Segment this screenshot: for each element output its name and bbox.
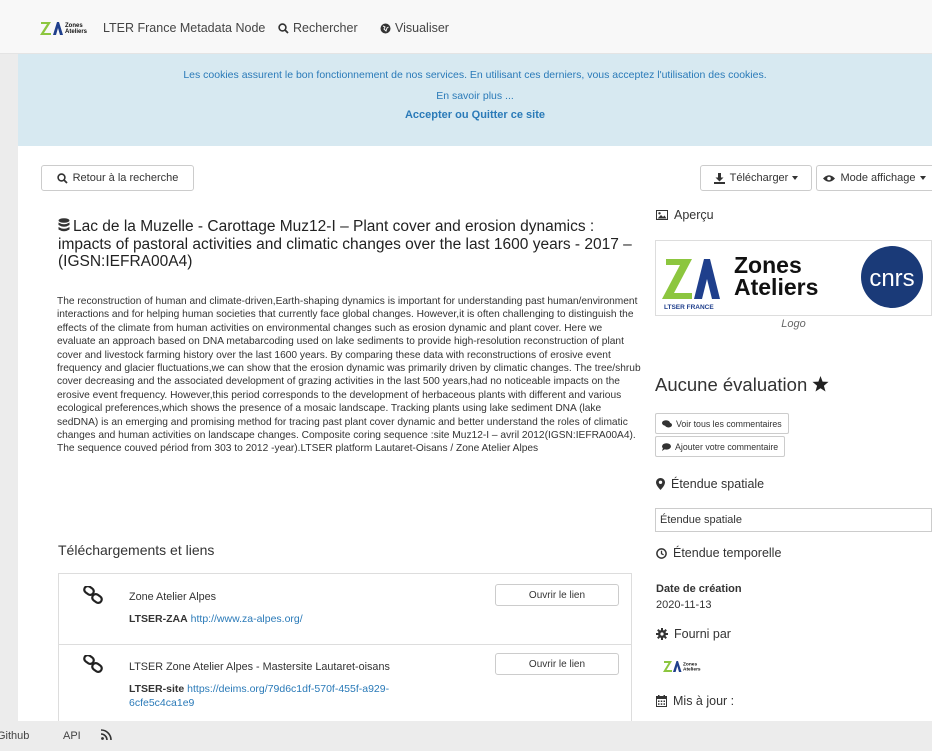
link-detail: LTSER-ZAA http://www.za-alpes.org/ <box>129 612 439 626</box>
visualize-nav-link[interactable]: Visualiser <box>380 21 449 37</box>
see-comments-label: Voir tous les commentaires <box>676 418 782 429</box>
site-name-link[interactable]: LTER France Metadata Node <box>103 21 265 35</box>
back-to-search-button[interactable]: Retour à la recherche <box>41 165 194 191</box>
spatial-extent-label: Étendue spatiale <box>671 477 765 491</box>
list-item: LTSER Zone Atelier Alpes - Mastersite La… <box>59 644 631 722</box>
link-icon <box>83 654 103 676</box>
preview-logo-image: LTSER FRANCE Zones Ateliers cnrs <box>655 240 932 316</box>
link-name: LTSER Zone Atelier Alpes - Mastersite La… <box>129 661 390 673</box>
add-comment-label: Ajouter votre commentaire <box>675 441 779 452</box>
updated-label: Mis à jour : <box>673 694 735 708</box>
calendar-icon <box>656 695 667 707</box>
spatial-extent-field: Étendue spatiale <box>655 508 932 532</box>
database-icon <box>58 218 70 236</box>
provided-by-heading: Fourni par <box>656 627 731 641</box>
record-abstract: The reconstruction of human and climate-… <box>57 296 641 455</box>
star-icon <box>812 375 829 397</box>
api-link[interactable]: API <box>63 730 81 742</box>
temporal-extent-label: Étendue temporelle <box>673 546 782 560</box>
rss-icon[interactable] <box>100 729 112 743</box>
page-title: Lac de la Muzelle - Carottage Muz12-I – … <box>58 218 633 270</box>
link-icon <box>83 585 103 607</box>
rating-label: Aucune évaluation <box>655 374 808 395</box>
download-dropdown-button[interactable]: Télécharger <box>700 165 812 191</box>
preview-label: Aperçu <box>674 208 714 222</box>
cookie-actions: Accepter ou Quitter ce site <box>18 109 932 121</box>
preview-heading: Aperçu <box>656 208 714 222</box>
chevron-down-icon <box>792 176 799 180</box>
top-navbar: Zones Ateliers LTER France Metadata Node… <box>0 0 932 54</box>
clock-icon <box>656 547 667 559</box>
footer: Github API <box>0 721 932 751</box>
download-label: Télécharger <box>729 172 789 184</box>
svg-text:Ateliers: Ateliers <box>734 274 818 300</box>
svg-text:Ateliers: Ateliers <box>65 29 88 35</box>
cookie-message: Les cookies assurent le bon fonctionneme… <box>183 69 767 81</box>
record-title: Lac de la Muzelle - Carottage Muz12-I – … <box>58 218 632 270</box>
link-url[interactable]: http://www.za-alpes.org/ <box>191 613 303 625</box>
download-icon <box>713 172 725 184</box>
search-nav-link[interactable]: Rechercher <box>278 21 358 37</box>
map-marker-icon <box>656 478 665 490</box>
logo-caption: Logo <box>781 318 806 330</box>
spatial-extent-heading: Étendue spatiale <box>656 477 764 491</box>
creation-date-value: 2020-11-13 <box>656 599 712 611</box>
temporal-extent-heading: Étendue temporelle <box>656 546 781 560</box>
search-icon <box>56 172 68 184</box>
eye-icon <box>823 174 836 183</box>
list-item: Zone Atelier Alpes LTSER-ZAA http://www.… <box>59 574 631 644</box>
link-detail: LTSER-site https://deims.org/79d6c1df-57… <box>129 682 439 710</box>
zones-ateliers-logo[interactable]: Zones Ateliers <box>40 18 90 38</box>
rating-heading: Aucune évaluation <box>655 374 829 397</box>
provided-by-label: Fourni par <box>674 627 731 641</box>
globe-icon <box>380 23 391 37</box>
svg-text:cnrs: cnrs <box>869 265 914 292</box>
cookie-more-link[interactable]: En savoir plus ... <box>18 90 932 102</box>
svg-text:Ateliers: Ateliers <box>683 667 701 673</box>
search-nav-label: Rechercher <box>293 21 358 35</box>
image-icon <box>656 210 668 220</box>
updated-heading: Mis à jour : <box>656 694 734 708</box>
chevron-down-icon <box>919 176 926 180</box>
record-page: Retour à la recherche Télécharger Mode a… <box>18 146 932 721</box>
link-label: LTSER-ZAA <box>129 613 188 625</box>
comments-icon <box>662 419 672 428</box>
display-mode-label: Mode affichage <box>840 172 916 184</box>
svg-text:LTSER FRANCE: LTSER FRANCE <box>664 304 714 311</box>
cookie-accept-link[interactable]: Accepter <box>405 109 452 121</box>
display-mode-dropdown-button[interactable]: Mode affichage <box>816 165 932 191</box>
comment-icon <box>662 442 671 451</box>
link-name: Zone Atelier Alpes <box>129 591 217 603</box>
cookie-or-text: ou <box>455 109 469 121</box>
provider-logo[interactable]: Zones Ateliers <box>663 658 703 674</box>
see-comments-button[interactable]: Voir tous les commentaires <box>655 413 789 434</box>
downloads-links-heading: Téléchargements et liens <box>58 542 215 558</box>
github-link[interactable]: Github <box>0 730 29 742</box>
link-label: LTSER-site <box>129 683 185 695</box>
gear-icon <box>656 628 668 640</box>
add-comment-button[interactable]: Ajouter votre commentaire <box>655 436 786 457</box>
open-link-button[interactable]: Ouvrir le lien <box>495 653 619 675</box>
visualize-nav-label: Visualiser <box>395 21 449 35</box>
cookie-quit-link[interactable]: Quitter ce site <box>472 109 545 121</box>
links-list: Zone Atelier Alpes LTSER-ZAA http://www.… <box>58 573 632 721</box>
back-to-search-label: Retour à la recherche <box>72 172 179 184</box>
cookie-banner: Les cookies assurent le bon fonctionneme… <box>18 54 932 146</box>
creation-date-label: Date de création <box>656 583 742 595</box>
search-icon <box>278 23 289 37</box>
open-link-button[interactable]: Ouvrir le lien <box>495 584 619 606</box>
